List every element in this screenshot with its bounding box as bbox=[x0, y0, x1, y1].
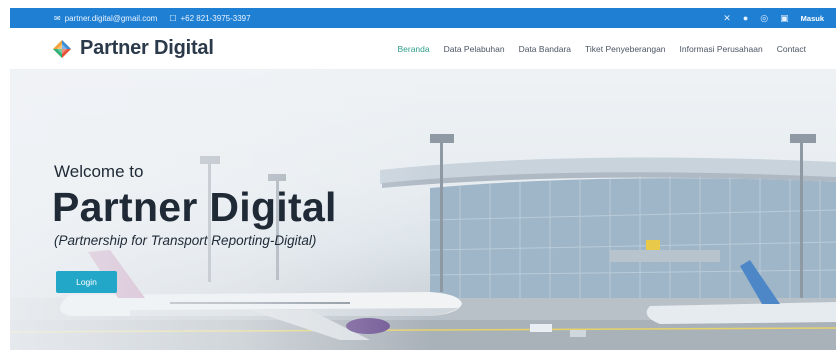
hero-title: Partner Digital bbox=[52, 184, 337, 230]
phone-text[interactable]: +62 821-3975-3397 bbox=[180, 14, 250, 23]
nav-item-beranda[interactable]: Beranda bbox=[397, 44, 429, 54]
social-links: ✕ ● ◎ ▣ bbox=[723, 13, 789, 23]
x-twitter-icon[interactable]: ✕ bbox=[723, 13, 731, 23]
email-text[interactable]: partner.digital@gmail.com bbox=[65, 14, 158, 23]
hero-section: Welcome to Partner Digital (Partnership … bbox=[10, 70, 836, 350]
login-button[interactable]: Login bbox=[56, 271, 117, 293]
nav-item-contact[interactable]: Contact bbox=[777, 44, 806, 54]
phone-contact[interactable]: ☐ +62 821-3975-3397 bbox=[169, 14, 250, 23]
email-contact[interactable]: ✉ partner.digital@gmail.com bbox=[54, 14, 157, 23]
nav-item-informasi-perusahaan[interactable]: Informasi Perusahaan bbox=[680, 44, 763, 54]
linkedin-icon[interactable]: ▣ bbox=[780, 13, 789, 23]
nav-item-data-pelabuhan[interactable]: Data Pelabuhan bbox=[444, 44, 505, 54]
email-icon: ✉ bbox=[54, 13, 61, 23]
brand[interactable]: Partner Digital bbox=[52, 37, 214, 60]
facebook-icon[interactable]: ● bbox=[743, 13, 748, 23]
hero-welcome: Welcome to bbox=[54, 162, 144, 181]
phone-icon: ☐ bbox=[169, 13, 177, 23]
masuk-link[interactable]: Masuk bbox=[801, 14, 824, 23]
hero-subtitle: (Partnership for Transport Reporting-Dig… bbox=[54, 233, 317, 248]
nav-item-tiket-penyeberangan[interactable]: Tiket Penyeberangan bbox=[585, 44, 666, 54]
diamond-logo-icon bbox=[53, 39, 71, 58]
site-header: Partner Digital Beranda Data Pelabuhan D… bbox=[10, 28, 836, 70]
brand-name: Partner Digital bbox=[80, 37, 214, 59]
nav-item-data-bandara[interactable]: Data Bandara bbox=[519, 44, 571, 54]
main-nav: Beranda Data Pelabuhan Data Bandara Tike… bbox=[397, 44, 806, 54]
instagram-icon[interactable]: ◎ bbox=[760, 13, 768, 23]
top-contact-bar: ✉ partner.digital@gmail.com ☐ +62 821-39… bbox=[10, 8, 836, 28]
